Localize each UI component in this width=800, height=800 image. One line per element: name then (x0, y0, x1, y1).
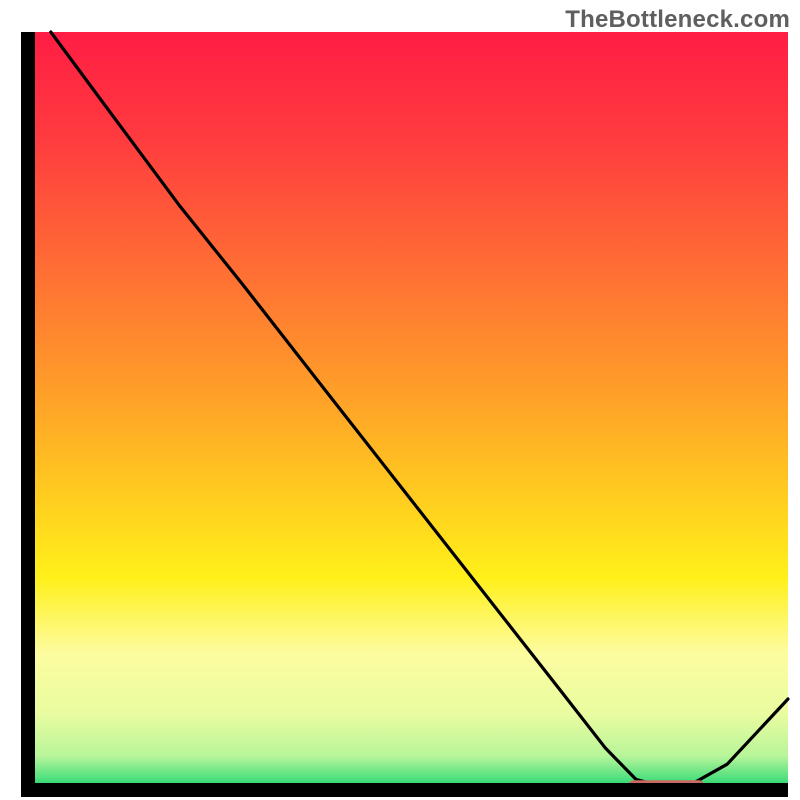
chart-container: { "watermark": "TheBottleneck.com", "cha… (0, 0, 800, 800)
watermark-text: TheBottleneck.com (565, 6, 790, 34)
plot-background (28, 32, 788, 790)
bottleneck-chart (0, 0, 800, 800)
